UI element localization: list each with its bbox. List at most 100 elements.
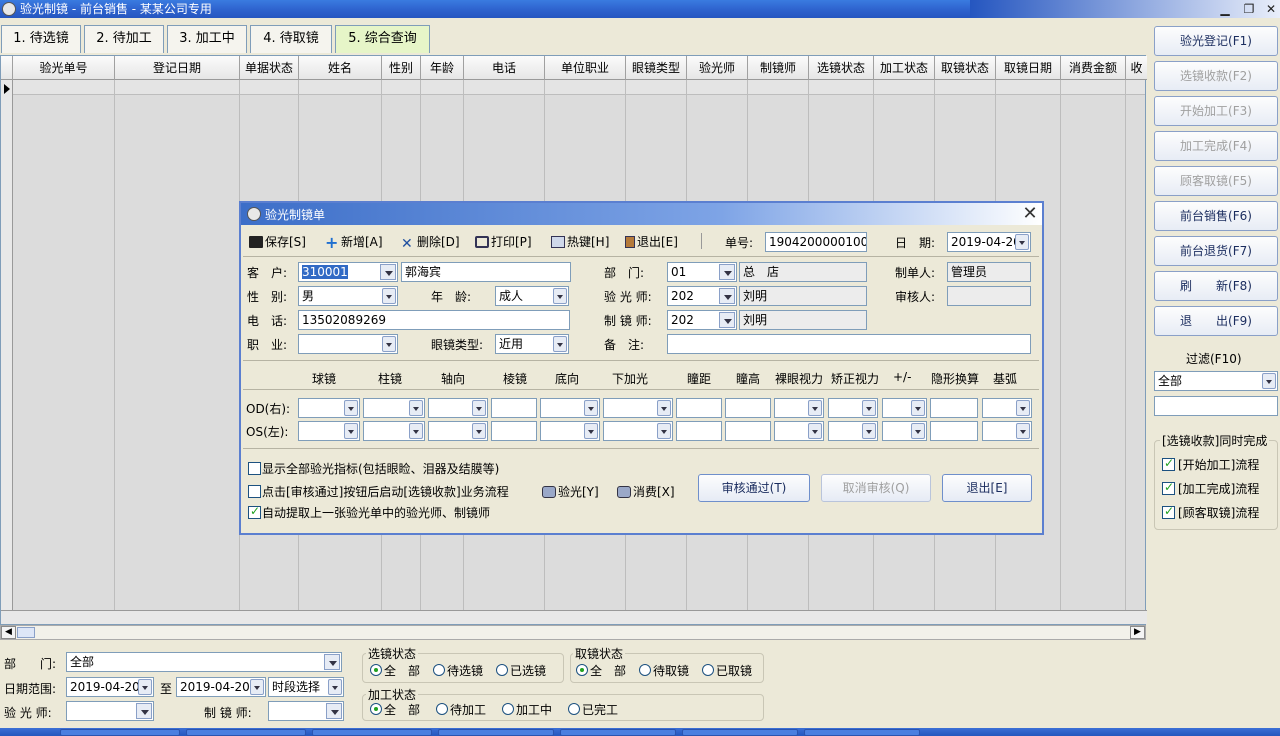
chevron-down-icon[interactable] <box>136 703 152 719</box>
taskbar-item[interactable] <box>682 729 798 736</box>
scroll-left-icon[interactable]: ◀ <box>1 626 16 639</box>
start-payment-flow-checkbox[interactable] <box>248 485 261 498</box>
job-spin-icon[interactable] <box>382 336 396 352</box>
optometry-register-button[interactable]: 验光登记(F1) <box>1154 26 1278 56</box>
maximize-icon[interactable]: ❐ <box>1240 1 1258 17</box>
col-phone[interactable]: 电话 <box>464 56 545 80</box>
add-button[interactable]: + 新增[A] <box>325 233 383 251</box>
spin-icon[interactable] <box>1016 400 1030 416</box>
process-status-all-radio[interactable] <box>370 703 382 715</box>
dialog-exit-button[interactable]: 退出[E] <box>942 474 1032 502</box>
chevron-down-icon[interactable] <box>324 654 340 670</box>
select-payment-button[interactable]: 选镜收款(F2) <box>1154 61 1278 91</box>
tab-pending-processing[interactable]: 2. 待加工 <box>84 25 164 53</box>
filter-spin-icon[interactable] <box>1262 373 1276 389</box>
scroll-thumb[interactable] <box>17 627 35 638</box>
od-plus-minus[interactable] <box>882 398 927 418</box>
col-order-no[interactable]: 验光单号 <box>13 56 115 80</box>
processing-done-checkbox[interactable] <box>1162 480 1175 495</box>
process-status-processing-radio[interactable] <box>502 703 514 715</box>
col-optometrist[interactable]: 验光师 <box>687 56 748 80</box>
bottom-optometrist-select[interactable] <box>66 701 154 721</box>
customer-pickup-checkbox[interactable] <box>1162 504 1175 519</box>
dialog-date-spin-icon[interactable] <box>1015 234 1029 250</box>
close-icon[interactable]: ✕ <box>1262 1 1280 17</box>
tab-general-query[interactable]: 5. 综合查询 <box>335 25 430 53</box>
bottom-maker-select[interactable] <box>268 701 344 721</box>
process-status-pending-radio[interactable] <box>436 703 448 715</box>
chevron-down-icon[interactable] <box>719 312 735 328</box>
dialog-close-icon[interactable]: ✕ <box>1021 205 1039 223</box>
spin-icon[interactable] <box>472 423 486 439</box>
spin-icon[interactable] <box>862 423 876 439</box>
age-select[interactable]: 成人 <box>495 286 569 306</box>
od-naked-vision[interactable] <box>774 398 824 418</box>
customer-name-field[interactable]: 郭海宾 <box>401 262 571 282</box>
note-field[interactable] <box>667 334 1031 354</box>
spin-icon[interactable] <box>344 400 358 416</box>
processing-done-button[interactable]: 加工完成(F4) <box>1154 131 1278 161</box>
select-status-pending-radio[interactable] <box>433 664 445 676</box>
delete-button[interactable]: ✕ 删除[D] <box>401 233 460 251</box>
os-sphere[interactable] <box>298 421 360 441</box>
spin-icon[interactable] <box>862 400 876 416</box>
spin-icon[interactable] <box>1016 423 1030 439</box>
table-row[interactable] <box>13 80 1145 95</box>
col-job[interactable]: 单位职业 <box>545 56 626 80</box>
front-sales-button[interactable]: 前台销售(F6) <box>1154 201 1278 231</box>
scroll-right-icon[interactable]: ▶ <box>1130 626 1145 639</box>
process-status-done-radio[interactable] <box>568 703 580 715</box>
chevron-down-icon[interactable] <box>719 264 735 280</box>
period-select[interactable]: 时段选择 <box>268 677 344 697</box>
col-amount[interactable]: 消费金额 <box>1061 56 1126 80</box>
filter-text-input[interactable] <box>1154 396 1278 416</box>
spin-icon[interactable] <box>808 423 822 439</box>
taskbar-item[interactable] <box>60 729 180 736</box>
os-contact-conversion[interactable] <box>930 421 978 441</box>
gender-select[interactable]: 男 <box>298 286 398 306</box>
od-sphere[interactable] <box>298 398 360 418</box>
tab-processing[interactable]: 3. 加工中 <box>167 25 247 53</box>
order-no-field[interactable]: 190420000010001 <box>765 232 867 252</box>
cancel-approve-button[interactable]: 取消审核(Q) <box>821 474 931 502</box>
spin-icon[interactable] <box>911 423 925 439</box>
spin-icon[interactable] <box>584 400 598 416</box>
bottom-dept-select[interactable]: 全部 <box>66 652 342 672</box>
print-button[interactable]: 打印[P] <box>475 233 532 250</box>
spin-icon[interactable] <box>911 400 925 416</box>
horizontal-scrollbar[interactable]: ◀ ▶ <box>0 625 1146 640</box>
approve-button[interactable]: 审核通过(T) <box>698 474 810 502</box>
dept-select[interactable]: 01 <box>667 262 737 282</box>
date-to-spin-icon[interactable] <box>250 679 264 695</box>
age-spin-icon[interactable] <box>553 288 567 304</box>
hotkey-button[interactable]: 热键[H] <box>551 233 609 250</box>
col-process-status[interactable]: 加工状态 <box>874 56 935 80</box>
od-pd[interactable] <box>676 398 722 418</box>
dialog-date-input[interactable]: 2019-04-20 <box>947 232 1031 252</box>
od-base[interactable] <box>540 398 600 418</box>
od-prism[interactable] <box>491 398 537 418</box>
col-maker[interactable]: 制镜师 <box>748 56 809 80</box>
pickup-status-pending-radio[interactable] <box>639 664 651 676</box>
col-receive[interactable]: 收 <box>1126 56 1147 80</box>
date-from-input[interactable]: 2019-04-20 <box>66 677 154 697</box>
col-register-date[interactable]: 登记日期 <box>115 56 240 80</box>
taskbar-item[interactable] <box>312 729 432 736</box>
exit-toolbar-button[interactable]: 退出[E] <box>625 233 678 250</box>
col-pickup-status[interactable]: 取镜状态 <box>935 56 996 80</box>
col-select-status[interactable]: 选镜状态 <box>809 56 874 80</box>
show-all-indicators-checkbox[interactable] <box>248 462 261 475</box>
od-axis[interactable] <box>428 398 488 418</box>
od-height[interactable] <box>725 398 771 418</box>
spin-icon[interactable] <box>409 400 423 416</box>
taskbar-item[interactable] <box>560 729 676 736</box>
auto-fetch-staff-checkbox[interactable] <box>248 504 261 519</box>
od-base-curve[interactable] <box>982 398 1032 418</box>
od-add[interactable] <box>603 398 673 418</box>
job-select[interactable] <box>298 334 398 354</box>
spin-icon[interactable] <box>472 400 486 416</box>
period-spin-icon[interactable] <box>328 679 342 695</box>
tab-pending-pickup[interactable]: 4. 待取镜 <box>250 25 332 53</box>
select-status-done-radio[interactable] <box>496 664 508 676</box>
spin-icon[interactable] <box>344 423 358 439</box>
